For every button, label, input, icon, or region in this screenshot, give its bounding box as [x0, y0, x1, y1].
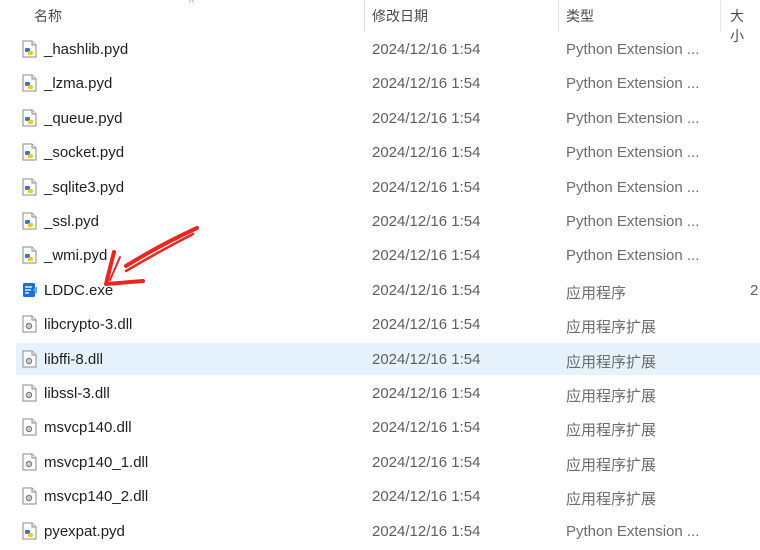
dll-file-icon [22, 384, 38, 402]
python-file-icon [22, 178, 38, 196]
file-modified-date: 2024/12/16 1:54 [372, 453, 481, 471]
file-name: _sqlite3.pyd [44, 178, 125, 196]
file-type: 应用程序扩展 [566, 388, 657, 405]
file-row[interactable]: _queue.pyd 2024/12/16 1:54 Python Extensio… [16, 102, 760, 134]
dll-file-icon [22, 418, 38, 436]
file-type: Python Extension ... [566, 178, 700, 196]
file-modified-date: 2024/12/16 1:54 [372, 41, 481, 58]
file-name: libcrypto-3.dll [44, 316, 133, 334]
file-row[interactable]: _hashlib.pyd 2024/12/16 1:54 Python Extens… [16, 33, 760, 65]
column-name[interactable]: 名称 [30, 6, 66, 26]
file-name: _wmi.pyd [44, 247, 108, 265]
dll-file-icon [22, 350, 38, 368]
column-type[interactable]: 类型 [562, 6, 598, 26]
file-name: _hashlib.pyd [44, 41, 129, 58]
file-row[interactable]: msvcp140.dll 2024/12/16 1:54 应用程序扩展 [16, 411, 760, 443]
file-modified-date: 2024/12/16 1:54 [372, 247, 481, 265]
file-row[interactable]: libcrypto-3.dll 2024/12/16 1:54 应用程序扩展 [16, 308, 760, 340]
file-type: Python Extension ... [566, 247, 700, 265]
file-type: Python Extension ... [566, 109, 700, 127]
column-modified[interactable]: 修改日期 [368, 6, 432, 26]
python-file-icon [22, 212, 38, 230]
dll-file-icon [22, 487, 38, 505]
file-name: _ssl.pyd [44, 213, 100, 230]
python-file-icon [22, 40, 38, 58]
file-modified-date: 2024/12/16 1:54 [372, 178, 481, 196]
file-row[interactable]: libssl-3.dll 2024/12/16 1:54 应用程序扩展 [16, 377, 760, 409]
file-modified-date: 2024/12/16 1:54 [372, 75, 481, 93]
file-modified-date: 2024/12/16 1:54 [372, 144, 481, 162]
file-name: _lzma.pyd [44, 75, 113, 93]
file-type: 应用程序扩展 [566, 422, 657, 440]
file-type: 应用程序 [566, 284, 627, 302]
file-modified-date: 2024/12/16 1:54 [372, 385, 481, 402]
column-header: 名称 ^ 修改日期 类型 大小 [0, 0, 760, 44]
file-row[interactable]: _ssl.pyd 2024/12/16 1:54 Python Extension … [16, 205, 760, 237]
sort-ascending-icon: ^ [189, 0, 195, 9]
file-type: Python Extension ... [566, 75, 700, 93]
file-row[interactable]: _sqlite3.pyd 2024/12/16 1:54 Python Extens… [16, 171, 760, 203]
file-row[interactable]: LDDC.exe 2024/12/16 1:54 应用程序 2 [16, 274, 760, 306]
file-row[interactable]: libffi-8.dll 2024/12/16 1:54 应用程序扩展 [16, 342, 760, 375]
file-row[interactable]: msvcp140_1.dll 2024/12/16 1:54 应用程序扩展 [16, 446, 760, 478]
file-modified-date: 2024/12/16 1:54 [372, 316, 481, 334]
python-file-icon [22, 522, 38, 540]
python-file-icon [22, 109, 38, 127]
file-modified-date: 2024/12/16 1:54 [372, 281, 481, 299]
file-name: _socket.pyd [44, 144, 125, 162]
file-type: Python Extension ... [566, 213, 700, 230]
file-type: 应用程序扩展 [566, 456, 657, 474]
file-size: 2 [750, 281, 759, 299]
column-divider[interactable] [364, 0, 365, 32]
python-file-icon [22, 74, 38, 92]
file-modified-date: 2024/12/16 1:54 [372, 419, 481, 437]
file-name: _queue.pyd [44, 109, 123, 127]
python-file-icon [22, 246, 38, 264]
file-name: libffi-8.dll [44, 350, 103, 368]
column-divider[interactable] [558, 0, 559, 32]
file-modified-date: 2024/12/16 1:54 [372, 350, 481, 368]
file-name: msvcp140.dll [44, 419, 132, 437]
exe-app-icon [22, 281, 38, 299]
file-name: msvcp140_1.dll [44, 453, 149, 471]
file-name: LDDC.exe [44, 281, 114, 299]
file-name: msvcp140_2.dll [44, 488, 149, 506]
file-modified-date: 2024/12/16 1:54 [372, 488, 481, 506]
file-row[interactable]: pyexpat.pyd 2024/12/16 1:54 Python Extensi… [16, 515, 760, 547]
file-type: Python Extension ... [566, 522, 700, 540]
dll-file-icon [22, 453, 38, 471]
file-type: Python Extension ... [566, 144, 700, 162]
file-modified-date: 2024/12/16 1:54 [372, 522, 481, 540]
file-name: pyexpat.pyd [44, 522, 125, 540]
file-modified-date: 2024/12/16 1:54 [372, 109, 481, 127]
dll-file-icon [22, 315, 38, 333]
file-type: 应用程序扩展 [566, 491, 657, 509]
file-modified-date: 2024/12/16 1:54 [372, 213, 481, 230]
file-type: Python Extension ... [566, 41, 700, 58]
file-type: 应用程序扩展 [566, 353, 657, 371]
file-row[interactable]: msvcp140_2.dll 2024/12/16 1:54 应用程序扩展 [16, 480, 760, 512]
file-row[interactable]: _lzma.pyd 2024/12/16 1:54 Python Extension… [16, 67, 760, 99]
file-row[interactable]: _socket.pyd 2024/12/16 1:54 Python Extensi… [16, 136, 760, 168]
file-name: libssl-3.dll [44, 385, 110, 402]
column-divider[interactable] [720, 0, 721, 32]
python-file-icon [22, 143, 38, 161]
file-type: 应用程序扩展 [566, 319, 657, 337]
file-row[interactable]: _wmi.pyd 2024/12/16 1:54 Python Extension … [16, 239, 760, 271]
